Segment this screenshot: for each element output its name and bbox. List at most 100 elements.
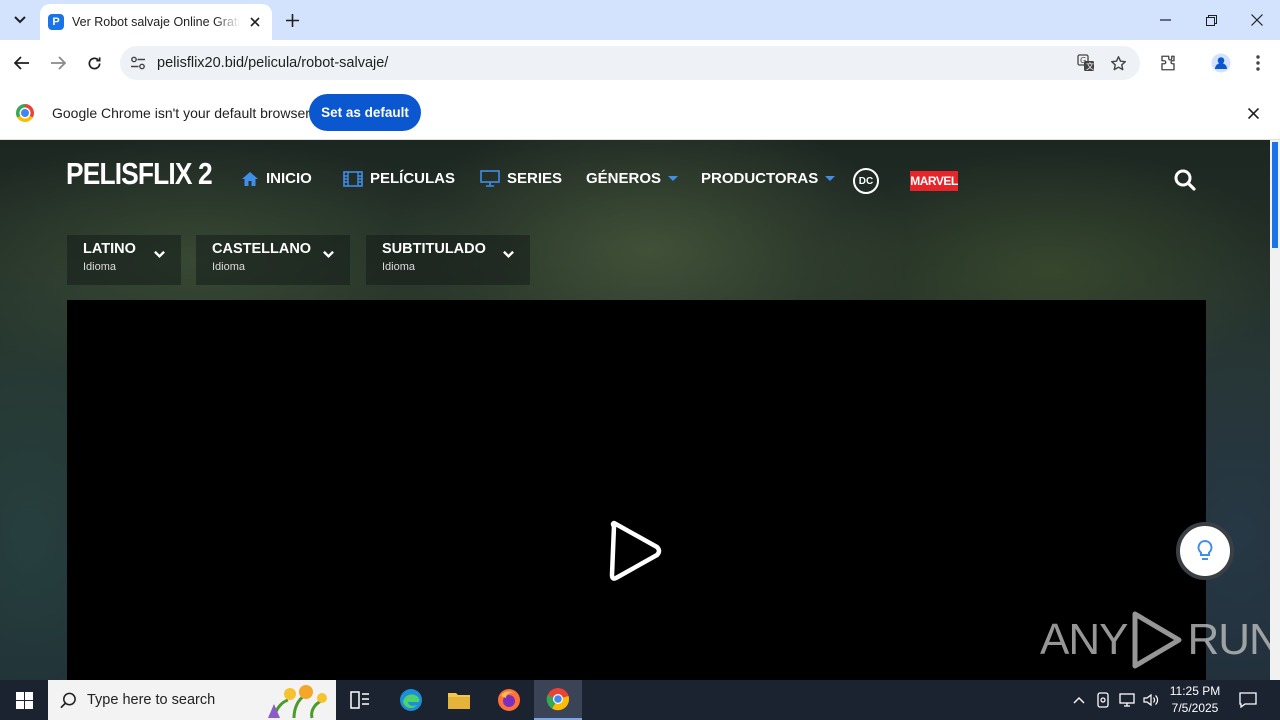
chevron-down-icon (14, 16, 26, 24)
language-sub: Idioma (212, 261, 246, 273)
windows-logo-icon (15, 691, 33, 709)
bookmark-star-icon[interactable] (1107, 52, 1129, 74)
tray-network[interactable] (1116, 680, 1138, 720)
clock-time: 11:25 PM (1169, 684, 1221, 698)
tab-close-button[interactable] (246, 13, 264, 31)
language-sub: Idioma (83, 261, 117, 273)
nav-productoras[interactable]: PRODUCTORAS (701, 170, 836, 187)
infobar-message: Google Chrome isn't your default browser (52, 105, 310, 121)
start-button[interactable] (0, 680, 48, 720)
infobar-close-button[interactable] (1244, 104, 1262, 122)
taskbar-edge[interactable] (387, 680, 435, 720)
minimize-icon (1159, 19, 1171, 21)
plus-icon (285, 13, 299, 27)
default-browser-infobar: Google Chrome isn't your default browser… (0, 86, 1280, 140)
search-icon (1174, 169, 1196, 191)
site-favicon-icon: P (48, 14, 64, 30)
new-tab-button[interactable] (280, 8, 304, 32)
url-text: pelisflix20.bid/pelicula/robot-salvaje/ (157, 55, 389, 71)
anyrun-watermark: ANY RUN (1040, 610, 1270, 670)
tray-volume[interactable] (1140, 680, 1162, 720)
folder-icon (448, 693, 470, 709)
taskbar: Type here to search 11:25 PM 7/5/2025 (0, 680, 1280, 720)
taskbar-search-placeholder: Type here to search (87, 692, 216, 708)
site-search-button[interactable] (1172, 167, 1198, 193)
notification-icon (1239, 692, 1257, 708)
translate-icon[interactable]: G文 (1075, 52, 1097, 74)
task-view-icon (350, 691, 369, 709)
flowers-decoration-icon (268, 685, 327, 719)
browser-toolbar: pelisflix20.bid/pelicula/robot-salvaje/ … (0, 40, 1280, 86)
site-logo[interactable]: PELISFLIX 2 (66, 156, 213, 192)
minimize-button[interactable] (1142, 0, 1188, 40)
nav-label: PELÍCULAS (370, 170, 456, 187)
video-player[interactable] (67, 300, 1206, 680)
tray-network-adapter[interactable] (1092, 680, 1114, 720)
nav-series[interactable]: SERIES (480, 170, 562, 187)
lightbulb-icon (1197, 539, 1213, 560)
language-name: SUBTITULADO (382, 241, 486, 257)
nav-peliculas[interactable]: PELÍCULAS (343, 170, 455, 187)
language-castellano[interactable]: CASTELLANO Idioma (196, 235, 350, 285)
language-name: CASTELLANO (212, 241, 312, 257)
extensions-icon[interactable] (1154, 49, 1182, 77)
taskbar-search-box[interactable]: Type here to search (48, 680, 336, 720)
window-close-button[interactable] (1234, 0, 1280, 40)
site-info-icon[interactable] (128, 53, 148, 73)
caret-down-icon (825, 176, 836, 181)
dc-logo-icon[interactable]: DC (853, 168, 879, 194)
device-icon (1097, 692, 1109, 708)
browser-tab[interactable]: P Ver Robot salvaje Online Gratis (40, 4, 272, 40)
tray-overflow-button[interactable] (1068, 680, 1090, 720)
address-bar[interactable]: pelisflix20.bid/pelicula/robot-salvaje/ … (120, 46, 1140, 80)
taskbar-chrome[interactable] (534, 680, 582, 720)
taskbar-clock[interactable]: 11:25 PM 7/5/2025 (1160, 683, 1230, 717)
caret-down-icon (668, 176, 679, 181)
chevron-up-icon (1073, 697, 1085, 704)
language-subtitulado[interactable]: SUBTITULADO Idioma (366, 235, 530, 285)
restore-button[interactable] (1188, 0, 1234, 40)
edge-icon (400, 689, 422, 711)
language-latino[interactable]: LATINO Idioma (67, 235, 181, 285)
profile-avatar-icon[interactable] (1207, 49, 1235, 77)
close-icon (1247, 107, 1259, 119)
close-icon (250, 17, 260, 27)
language-name: LATINO (83, 241, 136, 257)
arrow-right-icon (51, 56, 66, 70)
task-view-button[interactable] (336, 680, 384, 720)
anyrun-play-logo-icon (1132, 611, 1182, 669)
marvel-logo-icon[interactable]: MARVEL (910, 171, 958, 191)
reload-button[interactable] (80, 49, 108, 77)
menu-kebab-icon[interactable] (1244, 49, 1272, 77)
set-as-default-button[interactable]: Set as default (309, 94, 421, 131)
play-icon[interactable] (607, 520, 663, 582)
taskbar-file-explorer[interactable] (435, 680, 483, 720)
tab-title: Ver Robot salvaje Online Gratis (72, 15, 240, 29)
chevron-down-icon (503, 250, 514, 259)
chrome-logo-icon (16, 104, 34, 122)
page-scrollbar[interactable] (1270, 140, 1280, 680)
volume-icon (1143, 693, 1159, 707)
tv-icon (480, 170, 500, 187)
light-toggle-button[interactable] (1176, 522, 1234, 580)
forward-button[interactable] (44, 49, 72, 77)
tab-search-button[interactable] (6, 7, 34, 33)
svg-text:文: 文 (1086, 61, 1094, 71)
watermark-text-left: ANY (1040, 615, 1128, 664)
search-icon (60, 692, 76, 708)
reload-icon (88, 56, 100, 69)
scrollbar-thumb[interactable] (1272, 142, 1278, 248)
nav-generos[interactable]: GÉNEROS (586, 170, 679, 187)
back-button[interactable] (8, 49, 36, 77)
taskbar-firefox[interactable] (485, 680, 533, 720)
clock-date: 7/5/2025 (1171, 701, 1219, 715)
restore-icon (1205, 14, 1217, 26)
action-center-button[interactable] (1234, 680, 1262, 720)
nav-label: GÉNEROS (586, 170, 662, 187)
arrow-left-icon (14, 56, 29, 70)
film-icon (343, 170, 363, 187)
network-icon (1119, 693, 1135, 707)
tab-strip: P Ver Robot salvaje Online Gratis (0, 0, 1280, 40)
nav-inicio[interactable]: INICIO (241, 170, 312, 187)
firefox-icon (498, 689, 520, 711)
